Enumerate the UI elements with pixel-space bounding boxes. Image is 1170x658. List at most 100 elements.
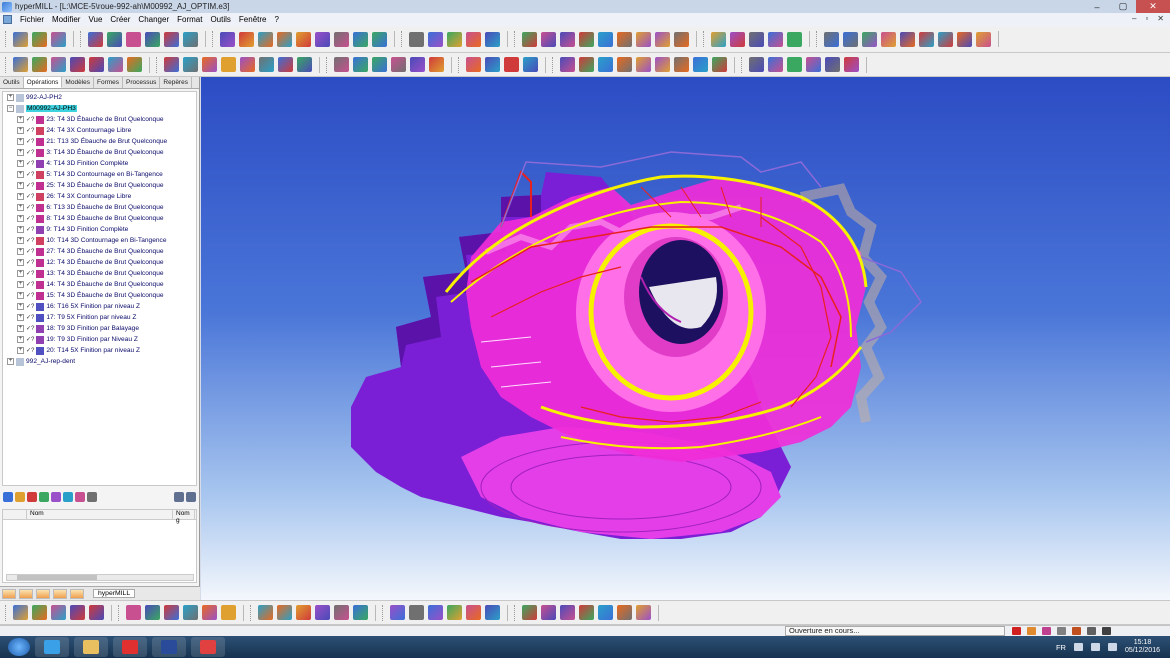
tree-operation[interactable]: + ✓? 15: T4 3D Ébauche de Brut Quelconque	[3, 290, 196, 301]
main-tool-icon[interactable]	[258, 31, 273, 47]
minimize-button[interactable]: –	[1084, 0, 1110, 13]
main-tool-icon[interactable]	[522, 31, 537, 47]
toolbar-grip[interactable]	[458, 56, 461, 73]
view-tool-icon[interactable]	[825, 57, 840, 72]
menu-help[interactable]: ?	[270, 15, 282, 24]
expand-icon[interactable]: +	[17, 226, 24, 233]
view-tool-icon[interactable]	[523, 57, 538, 72]
main-tool-icon[interactable]	[88, 31, 103, 47]
bottom-tool-icon[interactable]	[296, 605, 311, 620]
toolbar-grip[interactable]	[156, 56, 159, 73]
expand-icon[interactable]: +	[17, 237, 24, 244]
bottom-tool-icon[interactable]	[51, 605, 66, 620]
expand-icon[interactable]: +	[7, 358, 14, 365]
maximize-button[interactable]: ▢	[1110, 0, 1136, 13]
list-tool-icon[interactable]	[63, 492, 73, 502]
view-tool-icon[interactable]	[297, 57, 312, 72]
tree-operation[interactable]: + ✓? 21: T13 3D Ébauche de Brut Quelconque	[3, 136, 196, 147]
view-tool-icon[interactable]	[89, 57, 104, 72]
list-tool-icon[interactable]	[27, 492, 37, 502]
view-tool-icon[interactable]	[806, 57, 821, 72]
menu-modifier[interactable]: Modifier	[48, 15, 84, 24]
view-tool-icon[interactable]	[674, 57, 689, 72]
toolbar-grip[interactable]	[5, 31, 8, 47]
view-tool-icon[interactable]	[334, 57, 349, 72]
bottom-tool-icon[interactable]	[522, 605, 537, 620]
bottom-tool-icon[interactable]	[409, 605, 424, 620]
tree-operation[interactable]: + ✓? 3: T14 3D Ébauche de Brut Quelconque	[3, 147, 196, 158]
expand-icon[interactable]: +	[17, 160, 24, 167]
volume-icon[interactable]	[1107, 643, 1117, 651]
tab-processus[interactable]: Processus	[123, 77, 161, 88]
properties-list[interactable]: Nom Nom g	[2, 509, 197, 583]
tree-group[interactable]: +992-AJ-PH2	[3, 92, 196, 103]
view-tool-icon[interactable]	[240, 57, 255, 72]
panel-tab-5[interactable]	[70, 588, 84, 599]
main-tool-icon[interactable]	[617, 31, 632, 47]
tree-operation[interactable]: + ✓? 14: T4 3D Ébauche de Brut Quelconque	[3, 279, 196, 290]
toolbar-grip[interactable]	[816, 31, 819, 47]
list-tool-icon[interactable]	[75, 492, 85, 502]
tree-operation[interactable]: + ✓? 20: T14 5X Finition par niveau Z	[3, 345, 196, 356]
tab-modeles[interactable]: Modèles	[62, 77, 94, 88]
main-tool-icon[interactable]	[957, 31, 972, 47]
bottom-tool-icon[interactable]	[145, 605, 160, 620]
main-tool-icon[interactable]	[51, 31, 66, 47]
tree-operation[interactable]: + ✓? 26: T4 3X Contournage Libre	[3, 191, 196, 202]
main-tool-icon[interactable]	[239, 31, 254, 47]
tab-operations[interactable]: Opérations	[23, 77, 63, 88]
flag-icon[interactable]	[1073, 643, 1083, 651]
bottom-tool-icon[interactable]	[277, 605, 292, 620]
expand-icon[interactable]: +	[17, 314, 24, 321]
main-tool-icon[interactable]	[107, 31, 122, 47]
cube-icon[interactable]	[1072, 627, 1081, 635]
doc-restore-button[interactable]: ▫	[1145, 14, 1148, 23]
doc-close-button[interactable]: ✕	[1157, 14, 1164, 23]
bottom-tool-icon[interactable]	[126, 605, 141, 620]
bottom-tool-icon[interactable]	[579, 605, 594, 620]
clip-icon[interactable]	[1042, 627, 1051, 635]
menu-format[interactable]: Format	[173, 15, 206, 24]
view-tool-icon[interactable]	[712, 57, 727, 72]
view-tool-icon[interactable]	[13, 57, 28, 72]
tree-operation[interactable]: + ✓? 19: T9 3D Finition par Niveau Z	[3, 334, 196, 345]
hypermill-app-icon[interactable]	[2, 1, 12, 12]
main-tool-icon[interactable]	[749, 31, 764, 47]
bottom-tool-icon[interactable]	[390, 605, 405, 620]
main-tool-icon[interactable]	[598, 31, 613, 47]
toolbar-grip[interactable]	[250, 604, 253, 621]
view-tool-icon[interactable]	[108, 57, 123, 72]
tab-outils[interactable]: Outils	[0, 77, 24, 88]
main-tool-icon[interactable]	[560, 31, 575, 47]
expand-icon[interactable]: +	[17, 127, 24, 134]
expand-icon[interactable]: +	[17, 215, 24, 222]
main-tool-icon[interactable]	[32, 31, 47, 47]
bottom-tool-icon[interactable]	[13, 605, 28, 620]
view-tool-icon[interactable]	[70, 57, 85, 72]
list-tool-icon[interactable]	[51, 492, 61, 502]
tree-operation[interactable]: + ✓? 27: T4 3D Ébauche de Brut Quelconque	[3, 246, 196, 257]
document-icon[interactable]	[3, 15, 12, 24]
panel-tab-2[interactable]	[19, 588, 33, 599]
taskbar-ie[interactable]	[35, 637, 69, 657]
bottom-tool-icon[interactable]	[485, 605, 500, 620]
main-tool-icon[interactable]	[296, 31, 311, 47]
view-tool-icon[interactable]	[278, 57, 293, 72]
grid-icon[interactable]	[1057, 627, 1066, 635]
axis-icon[interactable]	[1102, 627, 1111, 635]
tree-operation[interactable]: + ✓? 25: T4 3D Ébauche de Brut Quelconque	[3, 180, 196, 191]
view-tool-icon[interactable]	[51, 57, 66, 72]
main-tool-icon[interactable]	[334, 31, 349, 47]
bottom-tool-icon[interactable]	[447, 605, 462, 620]
toolbar-grip[interactable]	[552, 56, 555, 73]
view-tool-icon[interactable]	[259, 57, 274, 72]
tree-group[interactable]: +992_AJ-rep-dent	[3, 356, 196, 367]
tree-operation[interactable]: + ✓? 6: T13 3D Ébauche de Brut Quelconque	[3, 202, 196, 213]
main-tool-icon[interactable]	[824, 31, 839, 47]
menu-changer[interactable]: Changer	[134, 15, 173, 24]
tab-reperes[interactable]: Repères	[160, 77, 192, 88]
horizontal-scrollbar[interactable]	[6, 574, 194, 581]
list-tool-icon[interactable]	[15, 492, 25, 502]
tree-operation[interactable]: + ✓? 10: T14 3D Contournage en Bi-Tangence	[3, 235, 196, 246]
main-tool-icon[interactable]	[674, 31, 689, 47]
